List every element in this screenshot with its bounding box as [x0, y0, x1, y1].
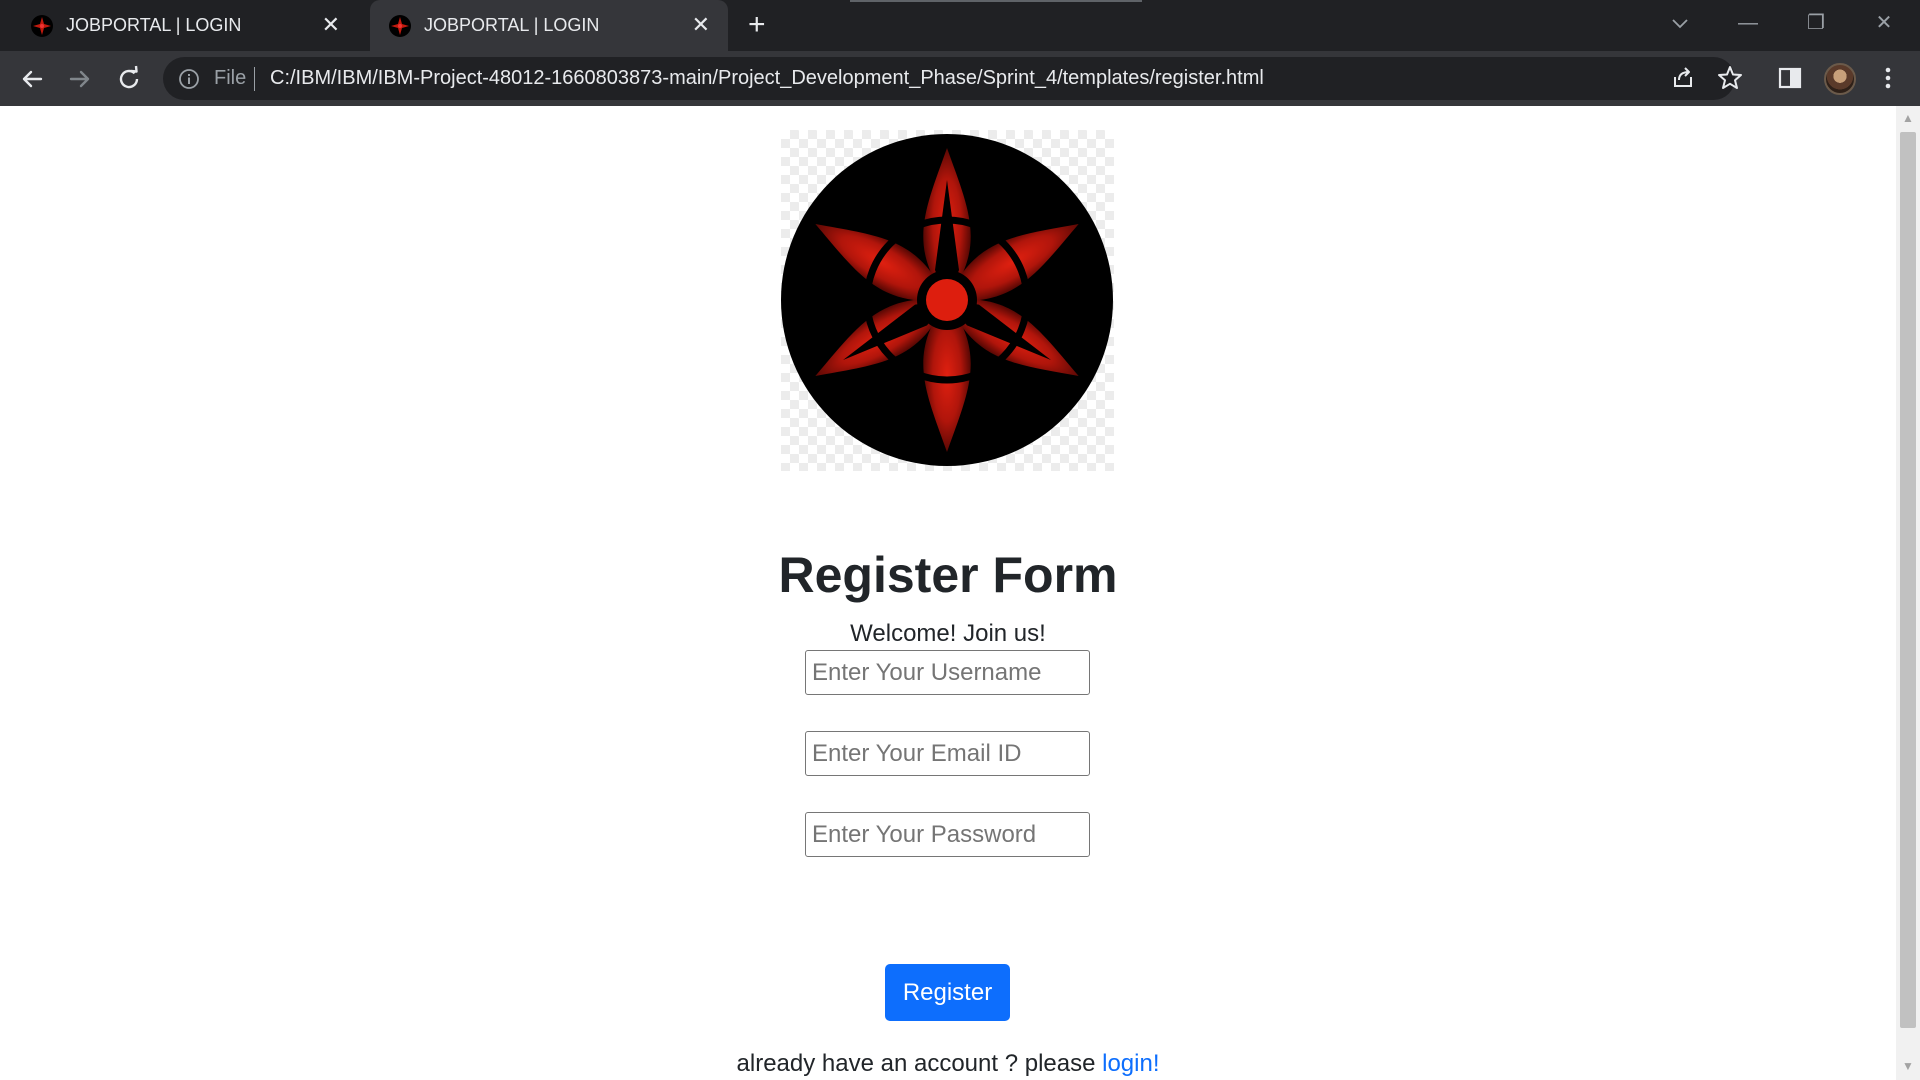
favicon-icon: [31, 15, 53, 37]
tab-inactive[interactable]: JOBPORTAL | LOGIN ✕: [0, 0, 358, 51]
login-prompt: already have an account ? please login!: [0, 1050, 1896, 1078]
tab-title: JOBPORTAL | LOGIN: [424, 15, 600, 35]
minimize-button[interactable]: —: [1728, 8, 1768, 38]
login-link[interactable]: login!: [1102, 1050, 1159, 1077]
page-scrollbar[interactable]: ▲ ▼: [1896, 106, 1920, 1080]
tab-strip: JOBPORTAL | LOGIN ✕ JOBPORTAL | LOGIN ✕ …: [0, 0, 1920, 51]
profile-avatar[interactable]: [1824, 63, 1856, 95]
url-separator: [254, 67, 255, 91]
new-tab-button[interactable]: +: [748, 10, 766, 40]
page-viewport: Register Form Welcome! Join us! Register…: [0, 106, 1896, 1080]
tab-close-icon[interactable]: ✕: [322, 13, 340, 37]
tab-title: JOBPORTAL | LOGIN: [66, 15, 242, 35]
scroll-thumb[interactable]: [1900, 132, 1916, 1028]
tab-close-icon[interactable]: ✕: [692, 13, 710, 37]
sharingan-logo-icon: [781, 134, 1113, 466]
username-input[interactable]: [805, 650, 1090, 695]
tab-strip-highlight: [850, 0, 1142, 2]
restore-button[interactable]: ❐: [1796, 8, 1836, 38]
back-arrow-icon[interactable]: [16, 63, 48, 95]
tab-search-icon[interactable]: [1668, 11, 1692, 35]
close-window-button[interactable]: ✕: [1864, 8, 1904, 38]
url-scheme: File: [214, 67, 247, 89]
page-title: Register Form: [778, 547, 1118, 603]
forward-arrow-icon[interactable]: [64, 63, 96, 95]
bookmark-star-icon[interactable]: [1716, 64, 1744, 92]
url-text[interactable]: C:/IBM/IBM/IBM-Project-48012-1660803873-…: [270, 67, 1264, 90]
reload-icon[interactable]: [113, 63, 145, 95]
favicon-icon: [389, 15, 411, 37]
kebab-menu-icon[interactable]: [1874, 64, 1902, 92]
scroll-up-icon[interactable]: ▲: [1902, 112, 1914, 124]
password-input[interactable]: [805, 812, 1090, 857]
logo-image: [781, 130, 1114, 471]
browser-toolbar: File C:/IBM/IBM/IBM-Project-48012-166080…: [0, 51, 1920, 106]
welcome-text: Welcome! Join us!: [850, 620, 1046, 647]
tab-active[interactable]: JOBPORTAL | LOGIN ✕: [370, 0, 728, 51]
side-panel-icon[interactable]: [1776, 64, 1804, 92]
login-prompt-text: already have an account ? please: [736, 1050, 1103, 1077]
register-button[interactable]: Register: [885, 964, 1010, 1021]
email-input[interactable]: [805, 731, 1090, 776]
share-icon[interactable]: [1669, 64, 1697, 92]
scroll-down-icon[interactable]: ▼: [1902, 1060, 1914, 1072]
info-icon[interactable]: [178, 68, 200, 90]
